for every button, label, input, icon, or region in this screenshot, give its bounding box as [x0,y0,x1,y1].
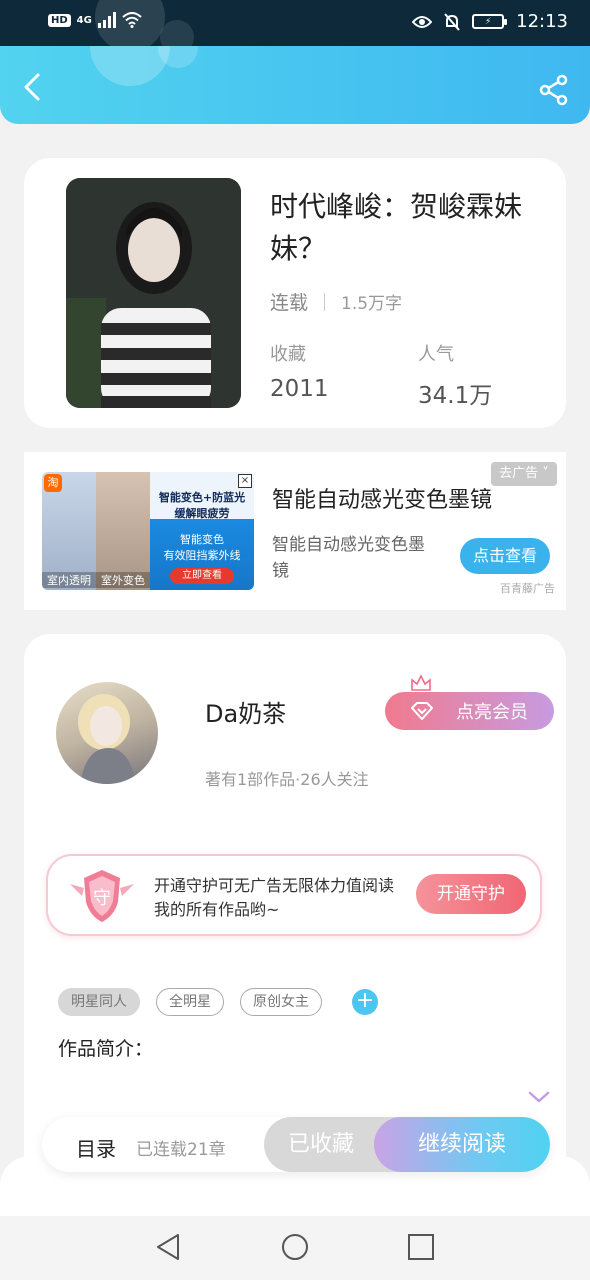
mute-bell-icon [444,12,460,31]
author-name: Da奶茶 [205,700,287,728]
book-info-card: 时代峰峻：贺峻霖妹妹？ 连载 1.5万字 收藏 2011 人气 34.1万 [24,158,566,428]
add-tag-button[interactable]: + [352,989,378,1015]
toc-button[interactable]: 目录 [76,1133,116,1162]
tag-item[interactable]: 全明星 [156,988,224,1016]
popularity-stat: 人气 34.1万 [418,340,492,410]
ad-description: 智能自动感光变色墨镜 [272,535,425,581]
favorites-stat: 收藏 2011 [270,340,329,402]
wifi-icon [122,12,142,28]
status-left: HD 4G [48,12,142,28]
author-avatar[interactable] [56,682,158,784]
diamond-icon [411,702,433,720]
word-count: 1.5万字 [341,294,403,314]
favorites-value: 2011 [270,376,329,402]
ad-image-headline: 智能变色+防蓝光 缓解眼疲劳 [158,491,246,520]
decor-bubble [160,20,194,46]
system-nav-bar [0,1216,590,1280]
vip-button-label: 点亮会员 [456,702,528,723]
ad-text-panel: 智能变色+防蓝光 缓解眼疲劳 智能变色 有效阻挡紫外线 立即查看 [150,472,254,590]
reading-action-bar: 目录 已连载21章 已收藏 继续阅读 [42,1117,550,1172]
nav-recent-icon[interactable] [406,1232,436,1262]
ad-close-icon[interactable]: × [238,474,252,488]
popularity-label: 人气 [418,344,454,365]
ad-caption-indoor: 室内透明 [42,572,96,588]
ad-title: 智能自动感光变色墨镜 [272,488,493,513]
remove-ad-button[interactable]: 去广告 ˅ [491,462,557,486]
book-status-row: 连载 1.5万字 [270,288,402,315]
ad-banner[interactable]: 淘 室内透明 室外变色 智能变色+防蓝光 缓解眼疲劳 智能变色 有效阻挡紫外线 … [24,452,566,610]
network-type: 4G [76,14,92,26]
tag-item[interactable]: 明星同人 [58,988,140,1016]
ad-image-sub: 智能变色 有效阻挡紫外线 [163,533,241,562]
ad-source: 百青藤广告 [500,582,555,595]
author-stats: 著有1部作品·26人关注 [205,770,369,789]
taobao-icon: 淘 [44,474,62,492]
ad-image[interactable]: 淘 室内透明 室外变色 智能变色+防蓝光 缓解眼疲劳 智能变色 有效阻挡紫外线 … [42,472,254,590]
status-bar: HD 4G ⚡ 12:13 [0,0,590,46]
ad-photo-outdoor: 室外变色 [96,472,150,590]
ad-image-cta: 立即查看 [170,568,234,584]
tag-list: 明星同人 全明星 原创女主 + [58,988,378,1016]
signal-icon [97,12,116,28]
divider [324,292,326,311]
nav-home-icon[interactable] [280,1232,310,1262]
hd-badge: HD [48,13,71,27]
status-right: ⚡ 12:13 [412,11,568,32]
back-arrow-icon[interactable] [18,72,48,102]
clock: 12:13 [516,11,568,32]
ad-caption-outdoor: 室外变色 [96,572,150,588]
book-title: 时代峰峻：贺峻霖妹妹？ [270,190,523,265]
vip-button[interactable]: 点亮会员 [385,692,554,730]
crown-icon [411,674,431,691]
favorites-label: 收藏 [270,344,306,365]
open-guard-button[interactable]: 开通守护 [416,874,526,914]
share-icon[interactable] [538,74,570,106]
shield-icon-text: 守 [93,888,111,909]
intro-label: 作品简介： [58,1038,154,1060]
guard-promo: 守 开通守护可无广告无限体力值阅读我的所有作品哟~ 开通守护 [46,854,542,936]
serial-status: 连载 [270,292,309,314]
nav-back-icon[interactable] [154,1232,184,1262]
continue-reading-button[interactable]: 继续阅读 [374,1117,550,1172]
chevron-down-icon[interactable] [528,1090,550,1104]
battery-icon: ⚡ [472,14,508,29]
shield-icon: 守 [70,870,134,922]
top-header [0,46,590,124]
ad-photo-indoor: 淘 室内透明 [42,472,96,590]
guard-text: 开通守护可无广告无限体力值阅读我的所有作品哟~ [154,876,395,919]
ad-view-button[interactable]: 点击查看 [460,538,550,574]
tag-item[interactable]: 原创女主 [240,988,322,1016]
chapter-count: 已连载21章 [136,1140,226,1160]
popularity-value: 34.1万 [418,383,493,409]
eye-icon [412,15,433,28]
book-cover-image[interactable] [66,178,241,408]
